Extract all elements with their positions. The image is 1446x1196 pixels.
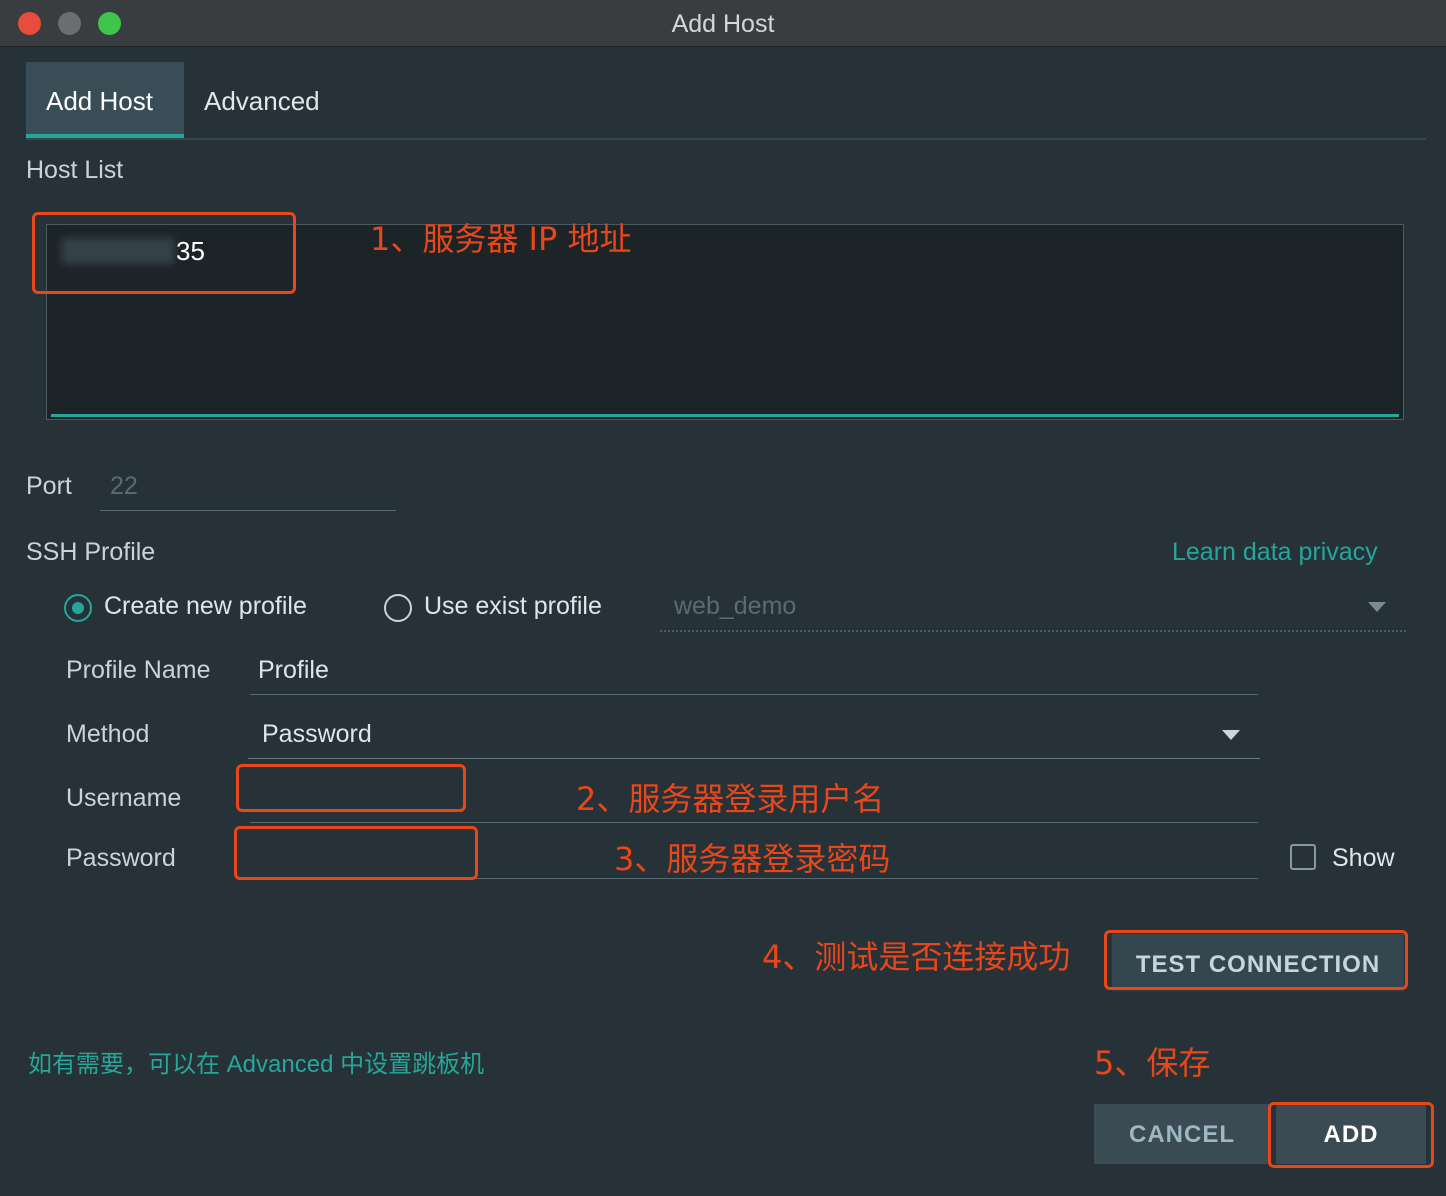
- tab-advanced[interactable]: Advanced: [184, 62, 340, 138]
- title-bar: Add Host: [0, 0, 1446, 47]
- profile-name-underline: [250, 694, 1258, 695]
- chevron-down-icon[interactable]: [1222, 730, 1240, 740]
- tab-bar: Add Host Advanced: [26, 62, 1426, 140]
- password-label: Password: [66, 844, 176, 872]
- use-exist-profile-radio[interactable]: [384, 594, 412, 622]
- host-list-focus-underline: [51, 414, 1399, 417]
- annotation-save: 5、保存: [1094, 1044, 1211, 1082]
- annotation-box-test: [1104, 930, 1408, 990]
- method-underline: [248, 758, 1260, 759]
- username-underline: [250, 822, 1258, 823]
- host-list-label: Host List: [26, 156, 124, 184]
- port-input[interactable]: 22: [110, 472, 138, 501]
- annotation-username: 2、服务器登录用户名: [576, 780, 885, 818]
- annotation-test: 4、测试是否连接成功: [762, 938, 1071, 976]
- method-label: Method: [66, 720, 150, 748]
- annotation-box-username: [236, 764, 466, 812]
- advanced-hint-text: 如有需要，可以在 Advanced 中设置跳板机: [28, 1051, 485, 1078]
- method-select[interactable]: Password: [262, 720, 372, 749]
- chevron-down-icon: [1368, 602, 1386, 612]
- profile-name-label: Profile Name: [66, 656, 211, 684]
- create-new-profile-radio[interactable]: [64, 594, 92, 622]
- show-password-checkbox[interactable]: [1290, 844, 1316, 870]
- exist-profile-underline: [660, 630, 1406, 632]
- port-underline: [100, 510, 396, 511]
- window-title: Add Host: [671, 10, 775, 38]
- username-label: Username: [66, 784, 182, 812]
- learn-data-privacy-link[interactable]: Learn data privacy: [1172, 538, 1378, 567]
- ssh-profile-label: SSH Profile: [26, 538, 156, 566]
- create-new-profile-label[interactable]: Create new profile: [104, 592, 307, 621]
- annotation-password: 3、服务器登录密码: [614, 840, 891, 878]
- annotation-ip: 1、服务器 IP 地址: [370, 220, 632, 258]
- port-label: Port: [26, 472, 72, 500]
- cancel-button[interactable]: CANCEL: [1094, 1104, 1270, 1164]
- profile-name-input[interactable]: Profile: [258, 656, 329, 685]
- annotation-box-password: [234, 826, 478, 880]
- tab-add-host[interactable]: Add Host: [26, 62, 184, 138]
- show-password-label[interactable]: Show: [1332, 844, 1395, 873]
- annotation-box-ip: [32, 212, 296, 294]
- use-exist-profile-label[interactable]: Use exist profile: [424, 592, 602, 621]
- exist-profile-select[interactable]: web_demo: [674, 592, 796, 621]
- annotation-box-add: [1268, 1102, 1434, 1168]
